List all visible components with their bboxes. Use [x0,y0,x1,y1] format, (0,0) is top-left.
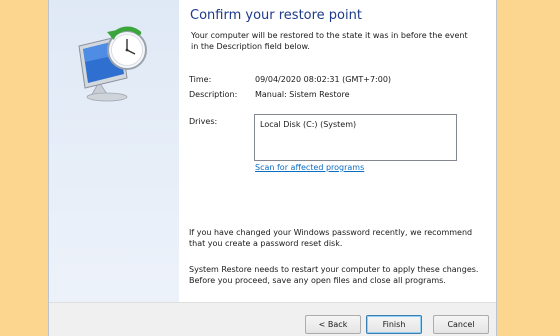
side-panel [49,0,179,302]
back-button[interactable]: < Back [305,315,361,334]
list-item[interactable]: Local Disk (C:) (System) [260,120,356,129]
button-bar: < Back Finish Cancel [49,302,496,336]
password-note: If you have changed your Windows passwor… [189,228,473,248]
system-restore-dialog: Confirm your restore point Your computer… [48,0,497,336]
scan-affected-programs-link[interactable]: Scan for affected programs [255,163,364,172]
intro-text: Your computer will be restored to the st… [191,31,468,51]
cancel-button[interactable]: Cancel [433,315,489,334]
drives-label: Drives: [189,117,218,126]
description-value: Manual: Sistem Restore [255,90,350,99]
wizard-content: Confirm your restore point Your computer… [179,0,496,302]
drives-list[interactable]: Local Disk (C:) (System) [254,114,457,161]
finish-button[interactable]: Finish [366,315,422,334]
description-label: Description: [189,90,238,99]
page-title: Confirm your restore point [190,8,362,23]
restart-note: System Restore needs to restart your com… [189,265,479,285]
system-restore-icon [69,22,159,104]
time-label: Time: [189,75,212,84]
time-value: 09/04/2020 08:02:31 (GMT+7:00) [255,75,392,84]
